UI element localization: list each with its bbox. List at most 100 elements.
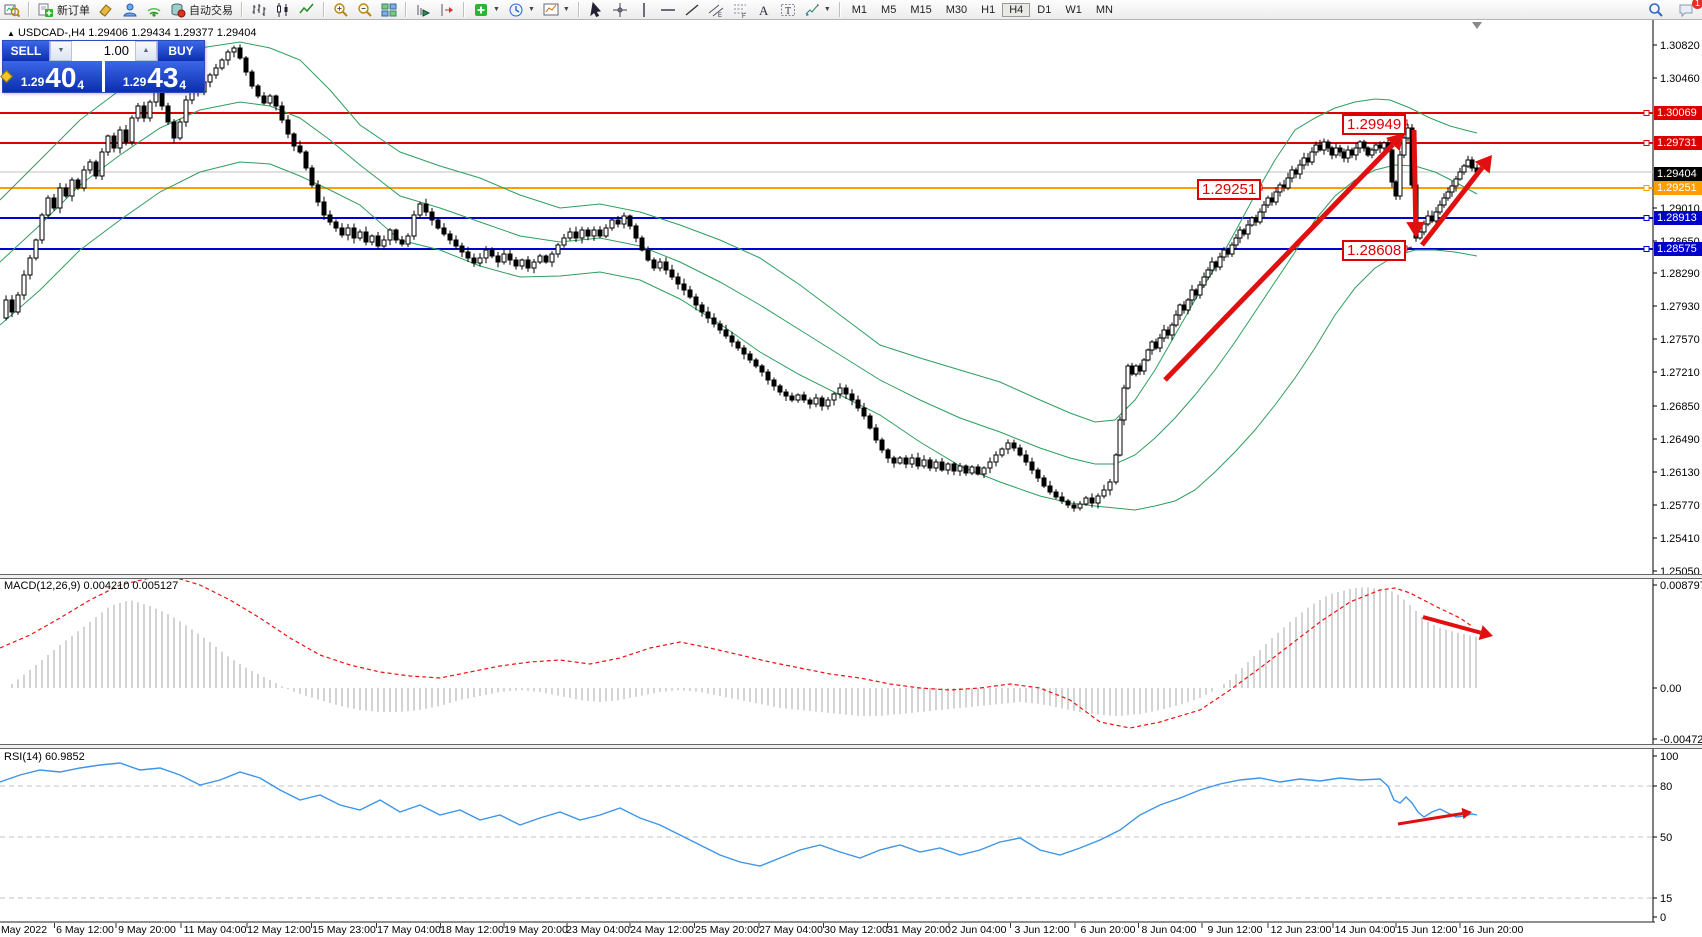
volume-increase-button[interactable]: ▲	[135, 41, 157, 61]
candle-body	[424, 204, 428, 212]
time-axis-label[interactable]: 6 Jun 20:00	[1081, 924, 1136, 936]
buy-button[interactable]: BUY	[158, 41, 204, 61]
time-axis-label[interactable]: 8 Jun 04:00	[1142, 924, 1197, 936]
candle-body	[208, 75, 212, 82]
rsi-panel-splitter[interactable]	[0, 744, 1702, 749]
candle-body	[868, 416, 872, 428]
candle-body	[1150, 342, 1154, 350]
candle-body	[700, 305, 704, 312]
symbol-text: USDCAD-,H4 1.29406 1.29434 1.29377 1.294…	[18, 27, 257, 39]
time-axis-label[interactable]: 14 Jun 04:00	[1335, 924, 1396, 936]
time-axis-label[interactable]: 12 Jun 23:00	[1271, 924, 1332, 936]
rsi-axis-tick: 80	[1660, 781, 1672, 793]
candle-body	[934, 462, 938, 468]
sell-button[interactable]: SELL	[3, 41, 49, 61]
candle-body	[460, 246, 464, 252]
time-axis-label[interactable]: 3 Jun 12:00	[1015, 924, 1070, 936]
level-anchor-handle[interactable]	[1644, 141, 1649, 146]
time-axis-label[interactable]: 15 May 23:00	[312, 924, 376, 936]
candle-body	[478, 258, 482, 263]
price-axis-tick: 1.30820	[1660, 40, 1700, 52]
time-axis-label[interactable]: 19 May 20:00	[504, 924, 568, 936]
time-axis-label[interactable]: 30 May 12:00	[824, 924, 888, 936]
candle-body	[484, 250, 488, 258]
macd-panel-splitter[interactable]	[0, 574, 1702, 579]
time-axis-label[interactable]: 24 May 12:00	[630, 924, 694, 936]
candle-body	[1450, 186, 1454, 192]
candle-body	[352, 228, 356, 238]
time-axis-label[interactable]: 9 May 20:00	[118, 924, 176, 936]
time-axis-label[interactable]: 11 May 04:00	[184, 924, 247, 936]
candle-body	[1194, 290, 1198, 295]
candle-body	[28, 258, 32, 275]
candle-body	[238, 48, 242, 58]
time-axis-label[interactable]: May 2022	[1, 924, 47, 936]
candle-body	[1146, 350, 1150, 360]
candle-body	[982, 468, 986, 474]
candle-body	[1126, 366, 1130, 388]
price-callout-1.29949[interactable]: 1.29949	[1342, 114, 1406, 135]
candle-body	[286, 120, 290, 134]
chart-canvas[interactable]: 1.308201.304601.290101.286501.282901.279…	[0, 0, 1702, 937]
candle-body	[766, 372, 770, 380]
candle-body	[412, 215, 416, 236]
candle-body	[454, 240, 458, 246]
time-axis-label[interactable]: 31 May 20:00	[887, 924, 951, 936]
candle-body	[262, 96, 266, 103]
time-axis-label[interactable]: 2 Jun 04:00	[952, 924, 1007, 936]
volume-decrease-button[interactable]: ▼	[50, 41, 72, 61]
candle-body	[1314, 145, 1318, 152]
buy-price-display[interactable]: 1.29 43 4	[105, 61, 204, 92]
level-anchor-handle[interactable]	[1644, 247, 1649, 252]
candle-body	[952, 464, 956, 471]
time-axis-label[interactable]: 18 May 12:00	[440, 924, 504, 936]
candle-body	[1096, 496, 1100, 503]
annotation-arrow-line[interactable]	[1414, 130, 1416, 222]
time-axis-label[interactable]: 16 Jun 20:00	[1463, 924, 1524, 936]
time-axis-label[interactable]: 9 Jun 12:00	[1208, 924, 1263, 936]
candle-body	[58, 188, 62, 208]
price-axis-tick: 1.25770	[1660, 500, 1700, 512]
candle-body	[586, 230, 590, 236]
price-callout-1.29251[interactable]: 1.29251	[1197, 179, 1261, 200]
time-axis-label[interactable]: 17 May 04:00	[377, 924, 441, 936]
candle-body	[1006, 443, 1010, 449]
level-anchor-handle[interactable]	[1644, 216, 1649, 221]
candle-body	[1254, 218, 1258, 222]
candle-body	[226, 52, 230, 60]
symbol-ohlc-readout: ▲ USDCAD-,H4 1.29406 1.29434 1.29377 1.2…	[5, 27, 259, 39]
candle-body	[1130, 366, 1134, 374]
price-axis-badge-1.28913: 1.28913	[1654, 211, 1702, 225]
price-axis-tick: 1.30460	[1660, 73, 1700, 85]
candle-body	[514, 260, 518, 266]
candle-body	[214, 68, 218, 75]
candle-body	[946, 464, 950, 470]
candle-body	[436, 220, 440, 228]
candle-body	[1402, 138, 1406, 155]
candle-body	[1342, 152, 1346, 158]
level-anchor-handle[interactable]	[1644, 111, 1649, 116]
candle-body	[1000, 449, 1004, 455]
time-axis-label[interactable]: 25 May 20:00	[695, 924, 759, 936]
candle-body	[520, 260, 524, 266]
time-axis-label[interactable]: 6 May 12:00	[56, 924, 114, 936]
candle-body	[856, 400, 860, 408]
candle-body	[940, 462, 944, 470]
time-axis-label[interactable]: 23 May 04:00	[566, 924, 630, 936]
candle-body	[604, 228, 608, 236]
candle-body	[826, 400, 830, 406]
candle-body	[916, 458, 920, 466]
candle-body	[40, 215, 44, 240]
candle-body	[1012, 443, 1016, 448]
time-axis-label[interactable]: 12 May 12:00	[247, 924, 311, 936]
candle-body	[532, 262, 536, 268]
time-axis-label[interactable]: 15 Jun 12:00	[1397, 924, 1458, 936]
candle-body	[772, 380, 776, 386]
candle-body	[538, 256, 542, 262]
time-axis-label[interactable]: 27 May 04:00	[759, 924, 823, 936]
candle-body	[322, 202, 326, 215]
price-callout-1.28608[interactable]: 1.28608	[1342, 240, 1406, 261]
volume-input[interactable]: 1.00	[72, 41, 135, 61]
level-anchor-handle[interactable]	[1644, 186, 1649, 191]
sell-price-display[interactable]: 1.29 40 4	[3, 61, 102, 92]
